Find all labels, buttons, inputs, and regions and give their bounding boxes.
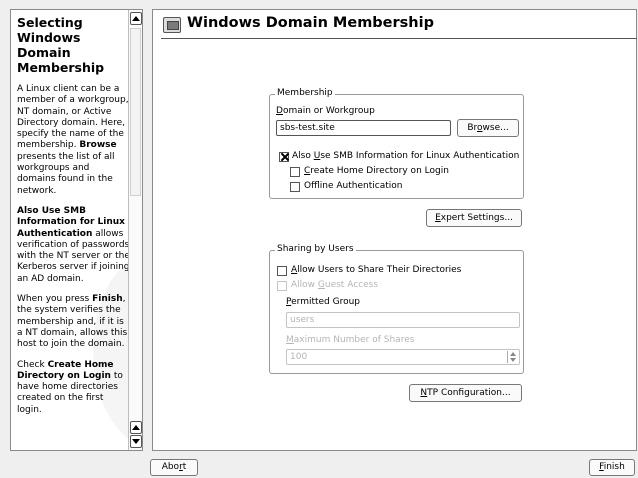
max-shares-spinbox[interactable]: 100 bbox=[286, 349, 520, 365]
offline-auth-checkbox[interactable] bbox=[290, 182, 300, 192]
smb-auth-checkbox[interactable] bbox=[279, 152, 289, 162]
help-title: Selecting Windows Domain Membership bbox=[17, 15, 105, 75]
scroll-down-button[interactable] bbox=[130, 435, 142, 448]
arrow-up-icon bbox=[132, 425, 140, 430]
guest-access-label: Allow Guest Access bbox=[291, 280, 379, 290]
scroll-up-button[interactable] bbox=[130, 12, 142, 25]
membership-group: Membership Domain or Workgroup sbs-test.… bbox=[269, 88, 524, 199]
finish-button[interactable]: Finish bbox=[589, 459, 635, 476]
browse-button[interactable]: Browse... bbox=[457, 119, 519, 137]
spin-arrows-icon[interactable] bbox=[507, 351, 518, 363]
scroll-thumb[interactable] bbox=[130, 28, 141, 196]
sharing-group: Sharing by Users Allow Users to Share Th… bbox=[269, 244, 524, 374]
title-divider bbox=[161, 38, 637, 39]
domain-input[interactable]: sbs-test.site bbox=[276, 120, 451, 136]
main-panel: Windows Domain Membership Membership Dom… bbox=[152, 9, 637, 451]
create-home-checkbox[interactable] bbox=[290, 167, 300, 177]
permitted-group-label: Permitted Group bbox=[286, 297, 361, 307]
help-paragraph-4: Check Create Home Directory on Login to … bbox=[17, 359, 123, 415]
arrow-up-icon bbox=[132, 16, 140, 21]
page-title: Windows Domain Membership bbox=[187, 15, 434, 31]
max-shares-label: Maximum Number of Shares bbox=[286, 335, 415, 345]
help-paragraph-2: Also Use SMB Information for Linux Authe… bbox=[17, 205, 130, 284]
expert-settings-button[interactable]: Expert Settings... bbox=[426, 209, 522, 227]
membership-legend: Membership bbox=[275, 88, 335, 98]
help-text: Selecting Windows Domain Membership A Li… bbox=[17, 15, 130, 425]
smb-auth-label: Also Use SMB Information for Linux Authe… bbox=[292, 151, 520, 161]
create-home-label: Create Home Directory on Login bbox=[304, 166, 449, 176]
help-panel: Selecting Windows Domain Membership A Li… bbox=[10, 9, 143, 451]
arrow-down-icon bbox=[132, 439, 140, 444]
permitted-group-input[interactable]: users bbox=[286, 312, 520, 328]
abort-button[interactable]: Abort bbox=[150, 459, 198, 476]
help-scrollbar[interactable] bbox=[128, 10, 142, 450]
scroll-up-button-lower[interactable] bbox=[130, 421, 142, 434]
help-paragraph-3: When you press Finish, the system verifi… bbox=[17, 294, 128, 350]
help-paragraph-1: A Linux client can be a member of a work… bbox=[17, 84, 129, 196]
ntp-configuration-button[interactable]: NTP Configuration... bbox=[409, 384, 522, 402]
offline-auth-label: Offline Authentication bbox=[304, 181, 403, 191]
domain-label: Domain or Workgroup bbox=[276, 106, 375, 116]
max-shares-value: 100 bbox=[290, 352, 308, 362]
sharing-legend: Sharing by Users bbox=[275, 244, 356, 254]
allow-users-share-label: Allow Users to Share Their Directories bbox=[291, 265, 462, 275]
network-drive-icon bbox=[163, 17, 181, 33]
allow-users-share-checkbox[interactable] bbox=[277, 266, 287, 276]
guest-access-checkbox[interactable] bbox=[277, 281, 287, 291]
